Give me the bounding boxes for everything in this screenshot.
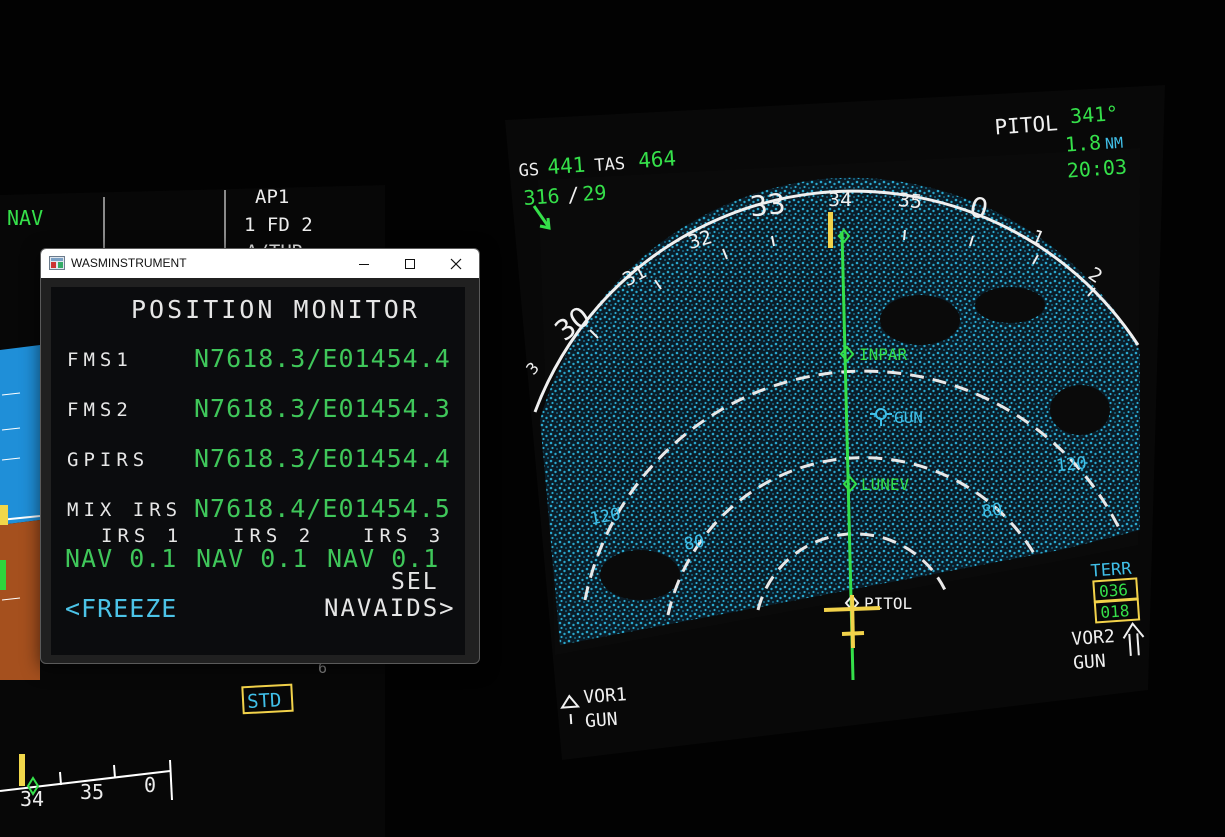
maximize-button[interactable] — [387, 249, 433, 278]
navigation-display: 30 31 32 33 34 35 0 1 2 3 INPAR GUN LUNE… — [505, 85, 1165, 760]
svg-text:LUNEV: LUNEV — [861, 475, 910, 494]
true-airspeed: 464 — [637, 146, 677, 173]
heading-tick-label: 35 — [80, 780, 104, 804]
app-icon — [49, 256, 65, 270]
sel-label: SEL — [391, 569, 439, 595]
ground-speed: 441 — [547, 153, 587, 180]
row-label: FMS1 — [67, 349, 133, 371]
close-icon — [450, 258, 462, 269]
row-value: N7618.3/E01454.4 — [194, 344, 451, 373]
terr-upper: 036 — [1098, 580, 1128, 601]
vor1-id: GUN — [584, 709, 618, 732]
window-titlebar[interactable]: WASMINSTRUMENT — [41, 249, 479, 278]
svg-text:GUN: GUN — [894, 408, 923, 427]
waypoint-distance: 1.8 — [1064, 130, 1102, 156]
heading-tick-label: 34 — [20, 787, 44, 811]
range-label: 120 — [1055, 453, 1088, 476]
row-label: GPIRS — [67, 449, 150, 471]
waypoint-bearing: 341° — [1069, 101, 1119, 128]
fma-ap1: AP1 — [255, 186, 289, 208]
terr-lower: 018 — [1100, 601, 1130, 622]
svg-text:INPAR: INPAR — [859, 345, 908, 364]
fma-fd: 1 FD 2 — [244, 214, 313, 236]
distance-unit: NM — [1104, 134, 1123, 153]
row-value: N7618.4/E01454.5 — [194, 494, 451, 523]
wind-direction: 316 — [523, 184, 561, 210]
wind-speed: 29 — [582, 180, 608, 206]
baro-value: STD — [247, 689, 282, 713]
minimize-button[interactable] — [341, 249, 387, 278]
row-label: FMS2 — [67, 399, 133, 421]
row-label: MIX IRS — [67, 499, 183, 521]
compass-label: 35 — [897, 189, 923, 213]
heading-tick-label: 0 — [144, 773, 156, 797]
minimize-icon — [359, 263, 369, 265]
maximize-icon — [405, 258, 415, 269]
vor1-label: VOR1 — [583, 684, 628, 708]
mcdu-screen: POSITION MONITOR FMS1 N7618.3/E01454.4 F… — [51, 287, 465, 655]
tas-label: TAS — [594, 154, 626, 176]
irs-value: NAV 0.1 — [65, 544, 178, 573]
heading-index — [828, 212, 833, 248]
close-button[interactable] — [433, 249, 479, 278]
to-waypoint: PITOL — [994, 111, 1059, 139]
page-title: POSITION MONITOR — [131, 295, 420, 324]
irs-value: NAV 0.1 — [196, 544, 309, 573]
compass-label: 34 — [828, 189, 852, 211]
waypoint-eta: 20:03 — [1066, 154, 1128, 182]
window-title: WASMINSTRUMENT — [71, 256, 187, 270]
row-value: N7618.3/E01454.3 — [194, 394, 451, 423]
navaids-prompt[interactable]: NAVAIDS> — [324, 594, 456, 622]
freeze-prompt[interactable]: <FREEZE — [65, 594, 177, 623]
vor2-label: VOR2 — [1071, 626, 1116, 650]
wasminstrument-window[interactable]: WASMINSTRUMENT POSITION MONITOR FMS1 N76… — [40, 248, 480, 664]
range-label: 80 — [981, 500, 1004, 523]
row-value: N7618.3/E01454.4 — [194, 444, 451, 473]
range-label: 80 — [682, 532, 706, 555]
attitude-indicator — [0, 345, 41, 680]
fma-lateral-mode: NAV — [7, 206, 43, 230]
compass-label: 33 — [748, 187, 787, 224]
wind-separator: / — [567, 182, 581, 207]
vor2-id: GUN — [1072, 651, 1106, 674]
gs-label: GS — [518, 160, 540, 181]
